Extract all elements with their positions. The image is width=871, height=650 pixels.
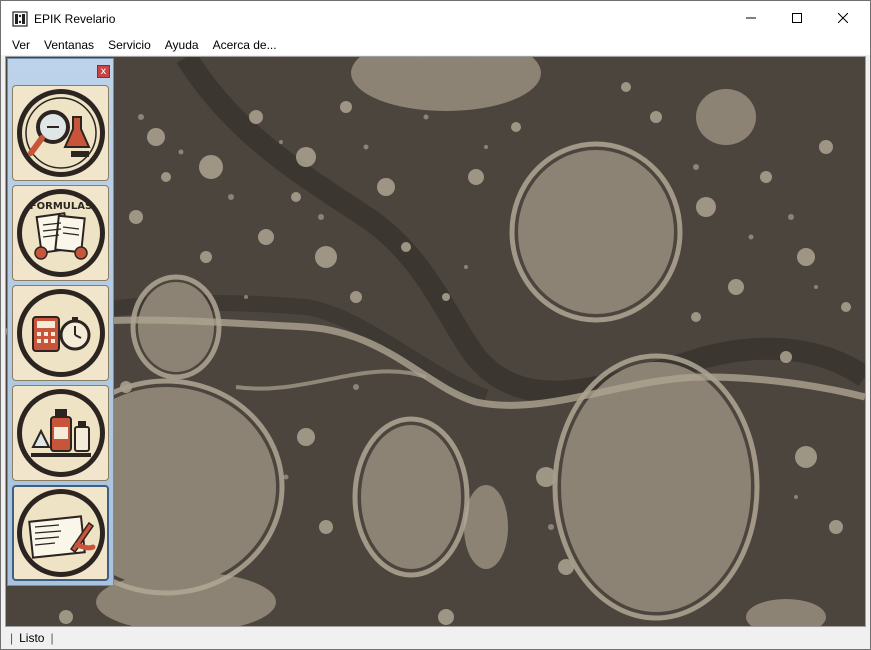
title-bar[interactable]: EPIK Revelario [1, 1, 870, 35]
tool-formulas-button[interactable]: FORMULAS [12, 185, 109, 281]
workspace[interactable]: x FORMULAS [5, 56, 866, 627]
tool-analysis-button[interactable] [12, 85, 109, 181]
calculator-timer-icon [16, 289, 105, 377]
tool-calculator-button[interactable] [12, 285, 109, 381]
formulas-label: FORMULAS [29, 201, 91, 212]
tool-notes-button[interactable] [12, 485, 109, 581]
menu-servicio[interactable]: Servicio [101, 35, 158, 55]
film-reel-icon[interactable] [12, 11, 28, 27]
close-icon [838, 13, 848, 23]
status-separator: | [50, 631, 54, 645]
magnifier-flask-icon [16, 89, 105, 177]
status-separator: | [10, 631, 14, 645]
close-button[interactable] [820, 1, 866, 35]
menu-ver[interactable]: Ver [5, 35, 37, 55]
status-bar: | Listo | [1, 627, 870, 649]
tool-panel: x FORMULAS [7, 58, 114, 586]
maximize-button[interactable] [774, 1, 820, 35]
status-text: Listo [19, 631, 45, 645]
window-title: EPIK Revelario [34, 12, 116, 26]
formulas-book-icon: FORMULAS [16, 189, 105, 277]
tool-chemicals-button[interactable] [12, 385, 109, 481]
minimize-button[interactable] [728, 1, 774, 35]
panel-close-button[interactable]: x [97, 65, 110, 78]
menu-acerca-de[interactable]: Acerca de... [206, 35, 284, 55]
maximize-icon [792, 13, 802, 23]
minimize-icon [746, 17, 756, 19]
notebook-pen-icon [16, 489, 105, 577]
menu-bar: Ver Ventanas Servicio Ayuda Acerca de... [1, 35, 870, 55]
chemicals-bottles-icon [16, 389, 105, 477]
menu-ventanas[interactable]: Ventanas [37, 35, 101, 55]
marbled-paper-background [6, 57, 865, 626]
menu-ayuda[interactable]: Ayuda [158, 35, 206, 55]
app-window: EPIK Revelario Ver Ventanas Servicio Ayu… [0, 0, 871, 650]
